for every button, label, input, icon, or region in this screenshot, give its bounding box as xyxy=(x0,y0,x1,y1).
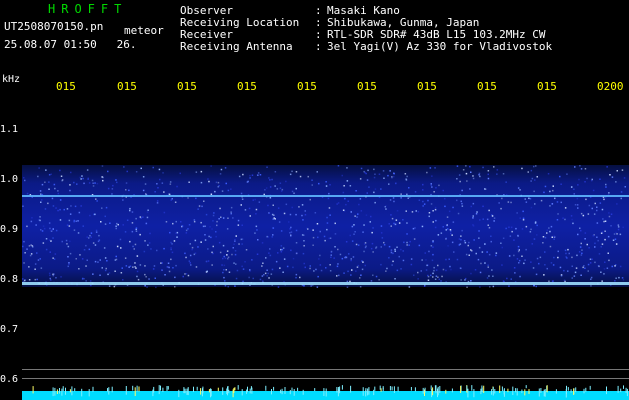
x-tick-label: 015 xyxy=(56,80,76,93)
reference-line xyxy=(22,378,629,379)
y-tick-label: 0.9 xyxy=(0,224,19,235)
spectrogram xyxy=(22,95,629,400)
signal-line-lower xyxy=(22,282,629,285)
capture-datetime: 25.08.07 01:50 26. xyxy=(4,38,137,51)
y-tick-label: 0.8 xyxy=(0,274,19,285)
x-tick-label: 015 xyxy=(297,80,317,93)
x-tick-label: 015 xyxy=(117,80,137,93)
x-tick-label: 015 xyxy=(357,80,377,93)
y-tick-label: 1.0 xyxy=(0,174,19,185)
x-tick-label: 015 xyxy=(537,80,557,93)
antenna-label: Receiving Antenna xyxy=(180,40,293,53)
x-tick-label: 015 xyxy=(177,80,197,93)
x-tick-label: 015 xyxy=(417,80,437,93)
unit-label: kHz xyxy=(2,74,21,85)
capture-datetime-extra: 26. xyxy=(116,38,137,51)
header: HROFFT UT2508070150.pn meteor 25.08.07 0… xyxy=(0,0,629,76)
antenna-value: 3el Yagi(V) Az 330 for Vladivostok xyxy=(327,40,553,53)
app-title: HROFFT xyxy=(48,2,128,16)
y-tick-label: 0.7 xyxy=(0,324,19,335)
spectrogram-canvas xyxy=(22,165,629,400)
reference-line xyxy=(22,369,629,370)
signal-line-upper xyxy=(22,195,629,197)
x-tick-label: 0200 xyxy=(597,80,624,93)
y-tick-label: 1.1 xyxy=(0,124,19,135)
y-tick-label: 0.6 xyxy=(0,374,19,385)
baseline-strip xyxy=(22,391,629,400)
file-name: UT2508070150.pn xyxy=(4,20,104,33)
x-tick-label: 015 xyxy=(477,80,497,93)
x-tick-label: 015 xyxy=(237,80,257,93)
antenna-colon: : xyxy=(315,40,322,53)
file-name-suffix: meteor xyxy=(124,24,164,37)
noise-band xyxy=(22,165,629,287)
